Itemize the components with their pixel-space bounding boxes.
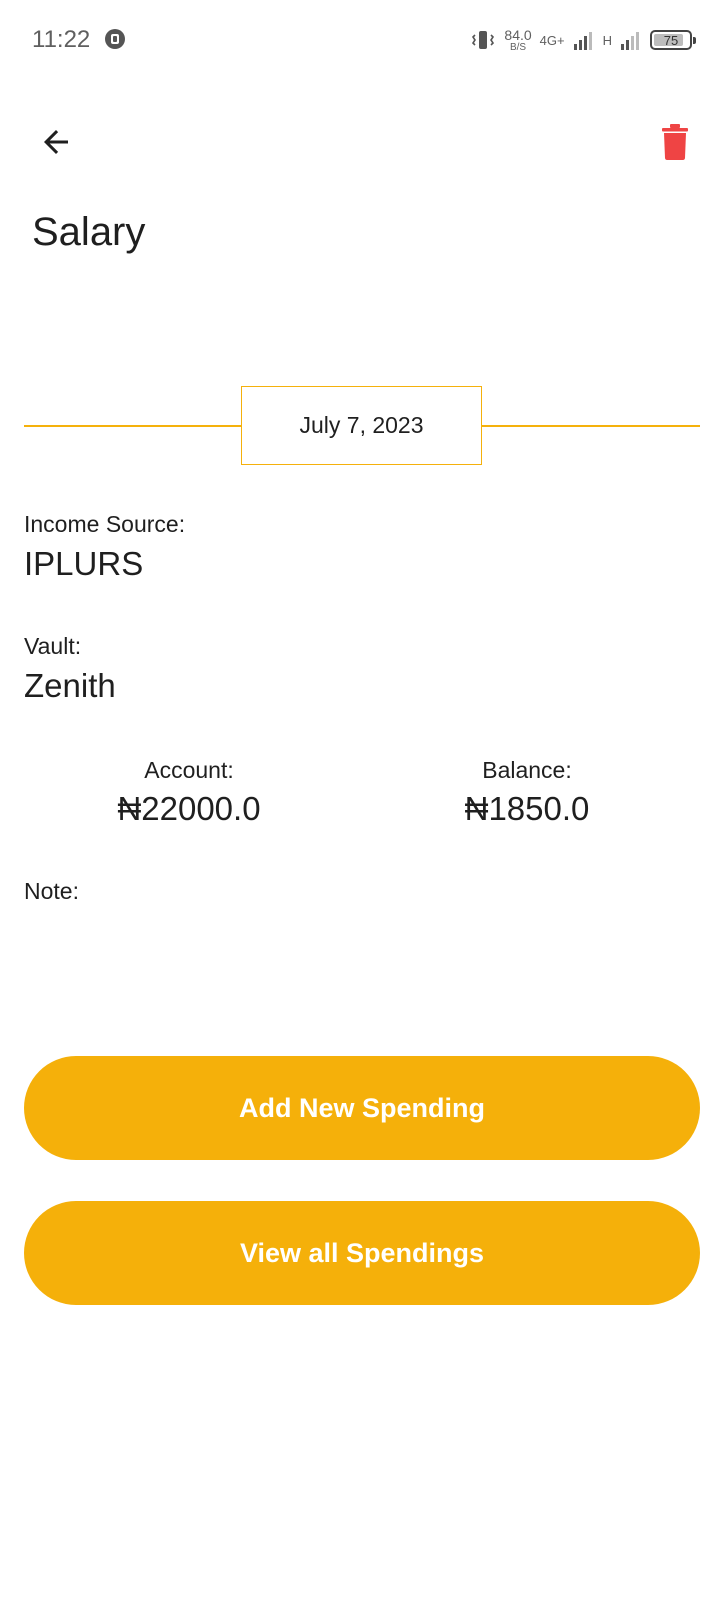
delete-button[interactable]	[660, 122, 690, 162]
battery-icon: 75	[650, 30, 696, 50]
note-label: Note:	[24, 878, 79, 904]
page-title: Salary	[32, 210, 146, 254]
arrow-back-icon	[44, 130, 68, 154]
signal-strength-icon	[573, 32, 592, 50]
network-speed-value: 84.0	[504, 26, 532, 43]
balance-label: Balance:	[482, 757, 572, 783]
trash-icon	[662, 124, 688, 160]
income-source-label: Income Source:	[24, 511, 186, 537]
add-new-spending-button[interactable]: Add New Spending	[24, 1056, 700, 1160]
status-time: 11:22	[32, 26, 91, 53]
account-value: ₦22000.0	[117, 790, 261, 827]
network-type-secondary: H	[602, 32, 612, 48]
network-speed: 84.0 B/S	[504, 28, 531, 53]
status-bar: 11:22 84.0 B/S 4G+ H 75	[0, 0, 720, 80]
balance-value: ₦1850.0	[464, 790, 590, 827]
signal-strength-secondary-icon	[621, 32, 639, 50]
account-column: Account: ₦22000.0	[24, 757, 354, 828]
vault-label: Vault:	[24, 633, 82, 659]
view-all-spendings-label: View all Spendings	[239, 1237, 485, 1268]
view-all-spendings-button[interactable]: View all Spendings	[24, 1201, 700, 1305]
balance-column: Balance: ₦1850.0	[362, 757, 692, 828]
app-notification-icon	[105, 29, 125, 49]
add-new-spending-label: Add New Spending	[239, 1092, 485, 1123]
vibrate-icon	[472, 31, 495, 49]
network-speed-unit: B/S	[509, 41, 527, 53]
back-button[interactable]	[36, 122, 76, 162]
battery-level: 75	[663, 32, 679, 48]
network-type-primary: 4G+	[539, 32, 565, 48]
vault-value: Zenith	[24, 667, 116, 704]
date-label: July 7, 2023	[241, 386, 482, 465]
income-source-value: IPLURS	[24, 545, 144, 582]
account-label: Account:	[144, 757, 234, 783]
status-indicators: 84.0 B/S 4G+ H 75	[470, 24, 696, 56]
